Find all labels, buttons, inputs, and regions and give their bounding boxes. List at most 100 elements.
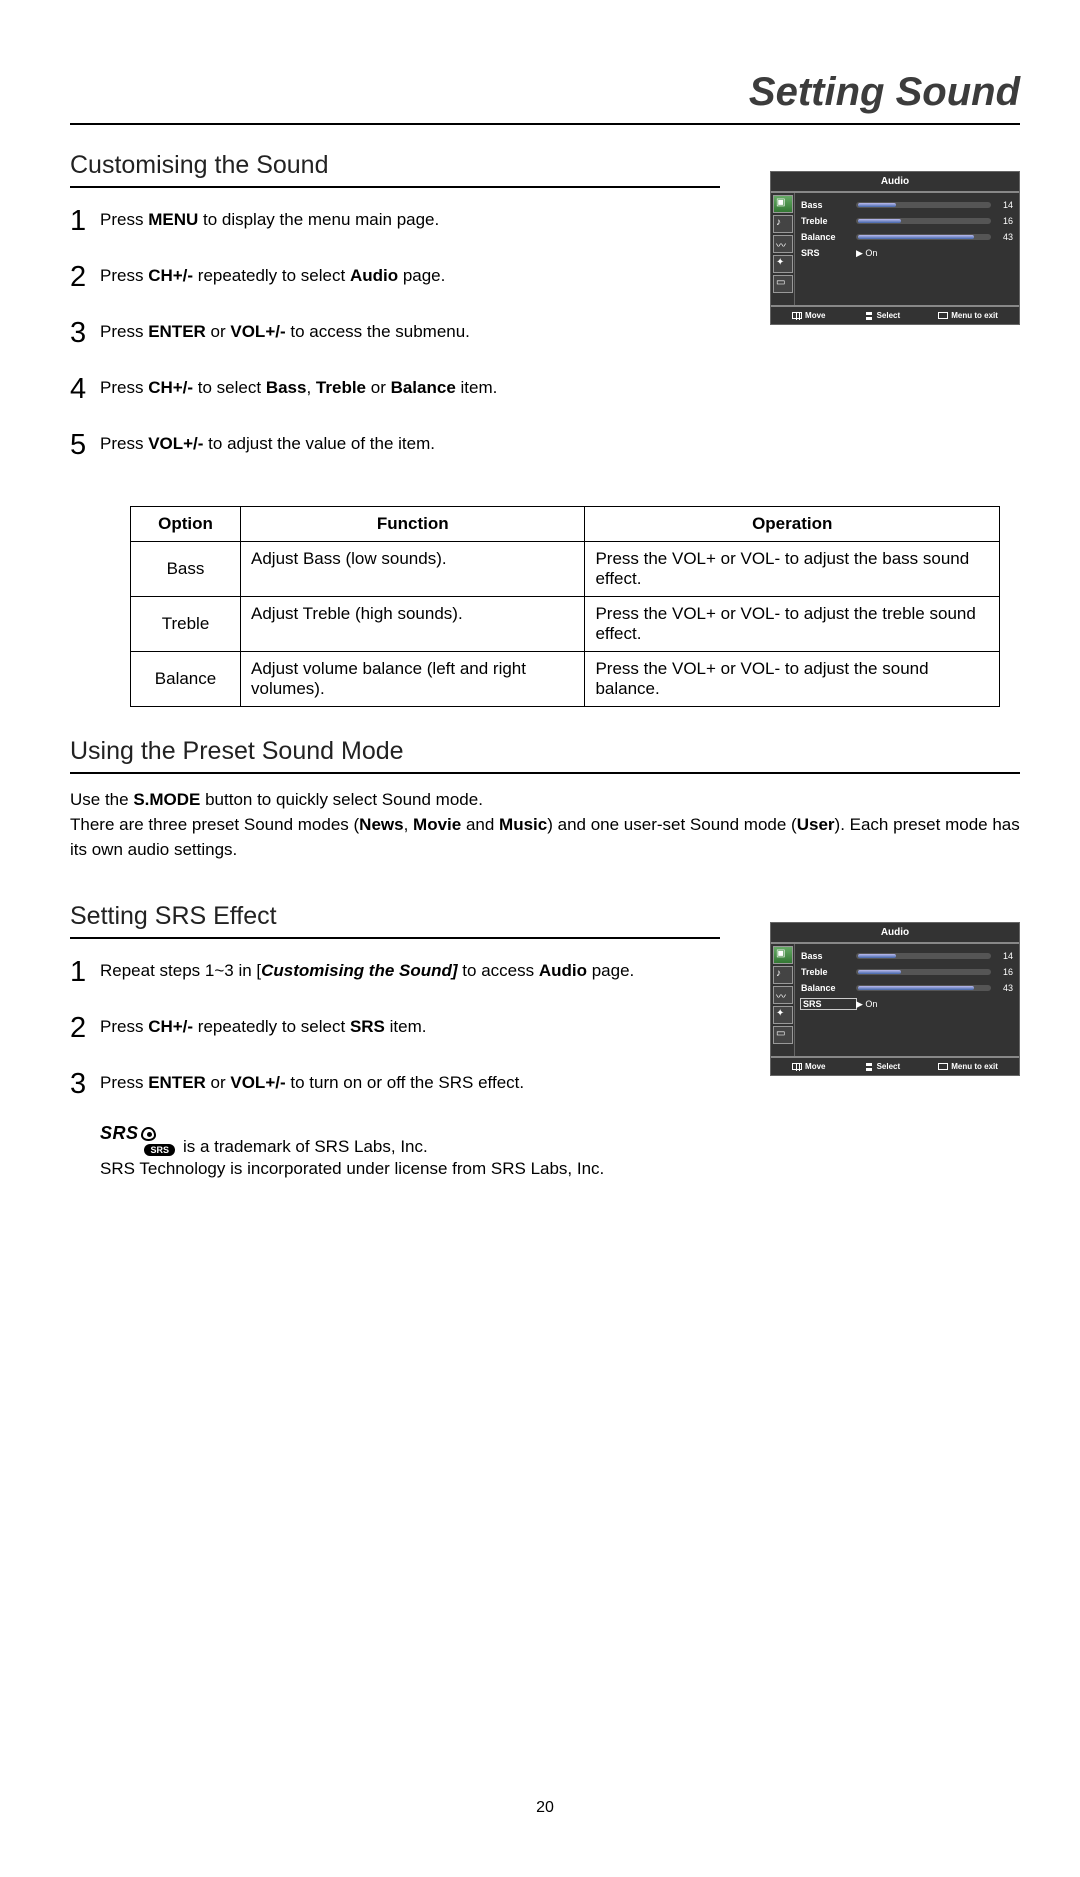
step-number: 3 — [70, 1063, 100, 1105]
text: to access — [458, 961, 539, 980]
text: Menu to exit — [951, 311, 998, 320]
text-bold: VOL+/- — [148, 434, 203, 453]
text-bold: CH+/- — [148, 378, 193, 397]
text: and — [461, 815, 499, 834]
table-header: Operation — [585, 507, 1000, 542]
osd-row-label: Balance — [801, 983, 856, 993]
text: Menu to exit — [951, 1062, 998, 1071]
osd-tab-icon: ✦ — [773, 1006, 793, 1024]
text: Press — [100, 210, 148, 229]
osd-srs-value: On — [856, 248, 877, 259]
osd-tab-icon: ✦ — [773, 255, 793, 273]
osd-foot-select: Select — [864, 311, 901, 320]
text-bold: ENTER — [148, 322, 206, 341]
text: item. — [456, 378, 498, 397]
text-bold: VOL+/- — [230, 322, 285, 341]
table-cell: Press the VOL+ or VOL- to adjust the sou… — [585, 652, 1000, 707]
text: to turn on or off the SRS effect. — [286, 1073, 524, 1092]
text: Press — [100, 378, 148, 397]
osd-tab-icon: ♪ — [773, 215, 793, 233]
section-3-steps: 1 Repeat steps 1~3 in [Customising the S… — [70, 955, 720, 1105]
osd-row-value: 14 — [991, 200, 1013, 210]
text-bold: Movie — [413, 815, 461, 834]
text: Press — [100, 322, 148, 341]
text: Repeat steps 1~3 in [ — [100, 961, 261, 980]
text: repeatedly to select — [193, 1017, 350, 1036]
osd-row: Treble 16 — [801, 213, 1013, 229]
step-number: 2 — [70, 256, 100, 298]
step-number: 2 — [70, 1007, 100, 1049]
text: to access the submenu. — [286, 322, 470, 341]
tv-icon: ▭ — [776, 1028, 790, 1042]
text-bold: VOL+/- — [230, 1073, 285, 1092]
step-number: 1 — [70, 951, 100, 993]
osd-row-value: 16 — [991, 967, 1013, 977]
text-bold: Audio — [350, 266, 398, 285]
osd-row: Balance 43 — [801, 980, 1013, 996]
osd-title: Audio — [771, 172, 1019, 193]
osd-title: Audio — [771, 923, 1019, 944]
text-bold: S.MODE — [133, 790, 200, 809]
table-header: Option — [131, 507, 241, 542]
osd-footer: Move Select Menu to exit — [771, 1056, 1019, 1075]
menu-icon — [938, 312, 948, 319]
text: or — [366, 378, 391, 397]
step-number: 5 — [70, 424, 100, 466]
text: Press — [100, 1017, 148, 1036]
text-bold: SRS — [350, 1017, 385, 1036]
osd-slider — [856, 202, 991, 208]
section-1-steps: 1 Press MENU to display the menu main pa… — [70, 204, 720, 466]
osd-row: Balance 43 — [801, 229, 1013, 245]
text-bold: Audio — [539, 961, 587, 980]
page-title: Setting Sound — [70, 70, 1020, 125]
text: Move — [805, 1062, 825, 1071]
section-1-title: Customising the Sound — [70, 151, 720, 188]
setup-icon: ✦ — [776, 1008, 790, 1022]
text: Move — [805, 311, 825, 320]
text: to display the menu main page. — [198, 210, 439, 229]
table-cell: Adjust Treble (high sounds). — [241, 597, 585, 652]
text: Press — [100, 1073, 148, 1092]
osd-tab-icon: 〰 — [773, 235, 793, 253]
osd-tab-icon: ♪ — [773, 966, 793, 984]
srs-license-line: SRS Technology is incorporated under lic… — [100, 1159, 720, 1179]
osd-tab-icon: ▣ — [773, 195, 793, 213]
tv-icon: ▭ — [776, 277, 790, 291]
table-header: Function — [241, 507, 585, 542]
osd-row: Bass 14 — [801, 948, 1013, 964]
divider — [70, 772, 1020, 774]
osd-footer: Move Select Menu to exit — [771, 305, 1019, 324]
osd-row-value: 16 — [991, 216, 1013, 226]
osd-row-label: Bass — [801, 951, 856, 961]
text: or — [206, 1073, 231, 1092]
text: , — [404, 815, 413, 834]
step: 2 Press CH+/- repeatedly to select Audio… — [70, 260, 720, 298]
srs-trademark-block: SRS SRS is a trademark of SRS Labs, Inc. — [100, 1123, 720, 1157]
step: 1 Press MENU to display the menu main pa… — [70, 204, 720, 242]
select-icon — [864, 312, 874, 320]
step: 4 Press CH+/- to select Bass, Treble or … — [70, 372, 720, 410]
move-icon — [792, 312, 802, 319]
text-bold: CH+/- — [148, 1017, 193, 1036]
table-row: Balance Adjust volume balance (left and … — [131, 652, 1000, 707]
step: 3 Press ENTER or VOL+/- to turn on or of… — [70, 1067, 720, 1105]
menu-icon — [938, 1063, 948, 1070]
text: to select — [193, 378, 266, 397]
osd-row: Treble 16 — [801, 964, 1013, 980]
table-row: Bass Adjust Bass (low sounds). Press the… — [131, 542, 1000, 597]
text: Press — [100, 266, 148, 285]
osd-srs-value: On — [856, 999, 877, 1010]
text-bold-italic: Customising the Sound] — [261, 961, 457, 980]
move-icon — [792, 1063, 802, 1070]
section-3-title: Setting SRS Effect — [70, 902, 720, 939]
text: to adjust the value of the item. — [203, 434, 435, 453]
table-cell: Adjust Bass (low sounds). — [241, 542, 585, 597]
text: ) and one user-set Sound mode ( — [547, 815, 796, 834]
select-icon — [864, 1063, 874, 1071]
osd-slider — [856, 218, 991, 224]
text-bold: User — [797, 815, 835, 834]
picture-icon: ▣ — [776, 948, 790, 962]
text-bold: Treble — [316, 378, 366, 397]
osd-slider — [856, 969, 991, 975]
step: 5 Press VOL+/- to adjust the value of th… — [70, 428, 720, 466]
